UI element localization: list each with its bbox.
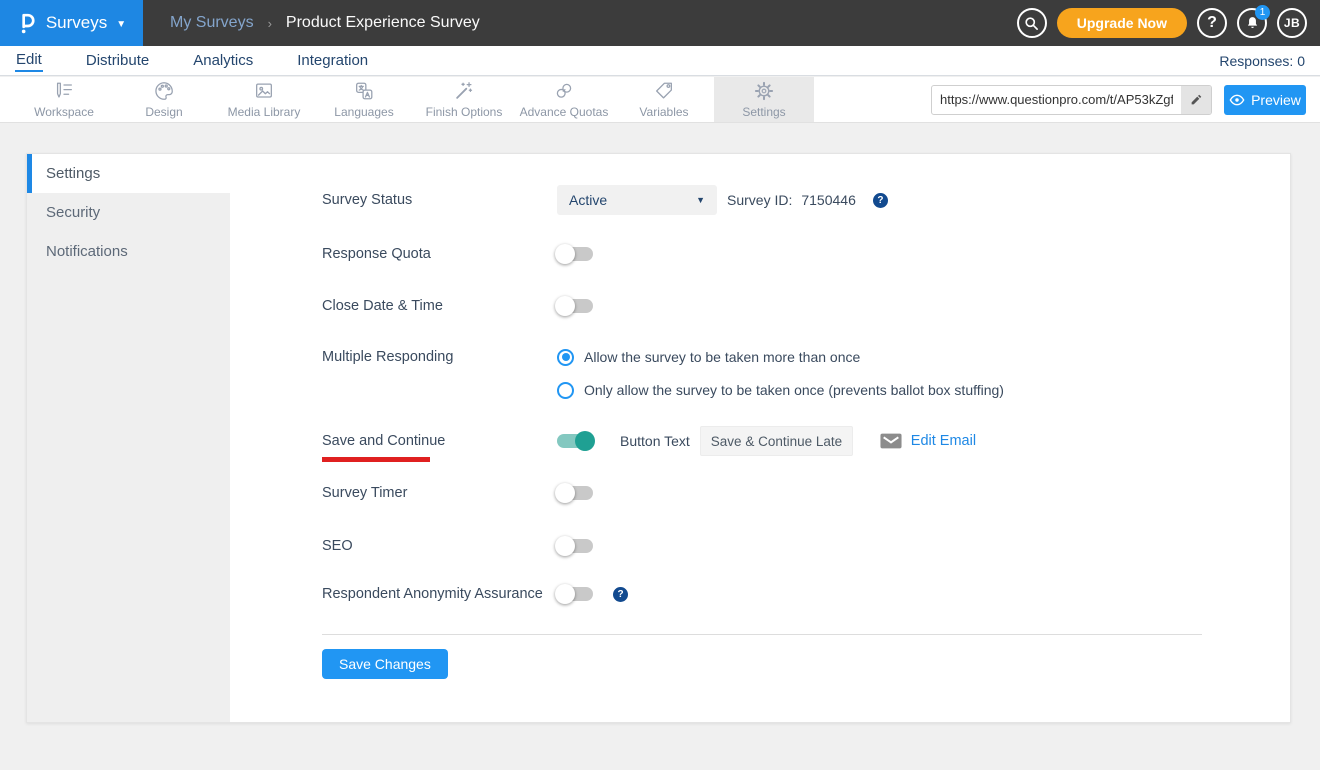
toolbar-item-languages[interactable]: Languages — [314, 77, 414, 122]
toolbar-item-variables[interactable]: Variables — [614, 77, 714, 122]
multiple-responding-row: Multiple Responding Allow the survey to … — [322, 342, 860, 372]
button-text-input[interactable] — [700, 426, 853, 456]
tab-edit[interactable]: Edit — [15, 49, 43, 72]
response-quota-label: Response Quota — [322, 246, 557, 262]
preview-button[interactable]: Preview — [1224, 85, 1306, 115]
close-date-label: Close Date & Time — [322, 298, 557, 314]
sidebar-item-settings[interactable]: Settings — [27, 154, 230, 193]
languages-icon — [353, 80, 375, 102]
settings-card: Settings Security Notifications Survey S… — [26, 153, 1291, 723]
toolbar-item-settings[interactable]: Settings — [714, 77, 814, 122]
breadcrumb-my-surveys[interactable]: My Surveys — [170, 14, 254, 32]
toolbar-item-advance-quotas[interactable]: Advance Quotas — [514, 77, 614, 122]
anonymity-toggle[interactable] — [557, 587, 593, 601]
email-envelope-icon[interactable] — [880, 433, 902, 449]
breadcrumb-current-survey: Product Experience Survey — [286, 14, 480, 32]
button-text-label: Button Text — [620, 433, 690, 449]
save-and-continue-toggle[interactable] — [557, 434, 593, 448]
form-divider — [322, 634, 1202, 635]
response-quota-row: Response Quota — [322, 239, 593, 269]
tab-distribute[interactable]: Distribute — [85, 50, 150, 71]
save-and-continue-label: Save and Continue — [322, 433, 557, 449]
settings-icon — [753, 80, 775, 102]
survey-id-help-icon[interactable] — [873, 193, 888, 208]
design-icon — [153, 80, 175, 102]
anonymity-label: Respondent Anonymity Assurance — [322, 586, 557, 602]
multiple-responding-label: Multiple Responding — [322, 349, 557, 365]
variables-icon — [653, 80, 675, 102]
questionpro-logo-icon — [17, 11, 37, 36]
header-actions: Upgrade Now ? 1 JB — [1017, 8, 1320, 38]
chevron-down-icon: ▼ — [696, 195, 705, 205]
edit-url-pencil-icon[interactable] — [1181, 86, 1211, 114]
sidebar-item-notifications[interactable]: Notifications — [27, 232, 230, 271]
breadcrumb-separator-icon: › — [268, 16, 272, 31]
survey-status-select[interactable]: Active ▼ — [557, 185, 717, 215]
toolbar-item-design[interactable]: Design — [114, 77, 214, 122]
seo-toggle[interactable] — [557, 539, 593, 553]
anonymity-row: Respondent Anonymity Assurance — [322, 579, 628, 609]
media-library-icon — [253, 80, 275, 102]
radio-allow-multiple-label: Allow the survey to be taken more than o… — [584, 349, 860, 365]
upgrade-now-button[interactable]: Upgrade Now — [1057, 8, 1187, 38]
survey-timer-row: Survey Timer — [322, 478, 593, 508]
finish-options-icon — [453, 80, 475, 102]
help-icon[interactable]: ? — [1197, 8, 1227, 38]
survey-url-input[interactable] — [932, 92, 1181, 107]
survey-id-value: 7150446 — [801, 192, 856, 208]
annotation-underline — [322, 457, 430, 462]
responses-count: Responses: 0 — [1219, 53, 1305, 69]
radio-only-once-label: Only allow the survey to be taken once (… — [584, 382, 1004, 398]
radio-allow-multiple[interactable] — [557, 349, 574, 366]
main-nav-tabs: Edit Distribute Analytics Integration Re… — [0, 46, 1320, 76]
advance-quotas-icon — [553, 80, 575, 102]
toolbar-item-media-library[interactable]: Media Library — [214, 77, 314, 122]
toolbar-item-workspace[interactable]: Workspace — [14, 77, 114, 122]
settings-sidebar: Settings Security Notifications — [27, 193, 230, 722]
survey-url-box — [931, 85, 1212, 115]
eye-icon — [1229, 94, 1245, 106]
search-icon[interactable] — [1017, 8, 1047, 38]
notification-count-badge: 1 — [1255, 5, 1270, 20]
app-root: Surveys ▼ My Surveys › Product Experienc… — [0, 0, 1320, 770]
toolbar-right: Preview — [931, 77, 1320, 122]
survey-timer-toggle[interactable] — [557, 486, 593, 500]
survey-id-label: Survey ID: — [727, 192, 792, 208]
close-date-row: Close Date & Time — [322, 291, 593, 321]
avatar[interactable]: JB — [1277, 8, 1307, 38]
save-changes-button[interactable]: Save Changes — [322, 649, 448, 679]
tab-analytics[interactable]: Analytics — [192, 50, 254, 71]
toolbar-item-finish-options[interactable]: Finish Options — [414, 77, 514, 122]
breadcrumb: My Surveys › Product Experience Survey — [170, 14, 480, 32]
survey-timer-label: Survey Timer — [322, 485, 557, 501]
survey-status-row: Survey Status Active ▼ Survey ID: 715044… — [322, 185, 888, 215]
tab-integration[interactable]: Integration — [296, 50, 369, 71]
product-name: Surveys — [46, 13, 107, 33]
top-header: Surveys ▼ My Surveys › Product Experienc… — [0, 0, 1320, 46]
edit-toolbar: Workspace Design Media Library Languag — [0, 77, 1320, 123]
workspace-icon — [53, 80, 75, 102]
close-date-toggle[interactable] — [557, 299, 593, 313]
survey-status-value: Active — [569, 192, 696, 208]
sidebar-item-security[interactable]: Security — [27, 193, 230, 232]
multiple-responding-row-2: Only allow the survey to be taken once (… — [322, 375, 1004, 405]
product-switcher[interactable]: Surveys ▼ — [0, 0, 143, 46]
anonymity-help-icon[interactable] — [613, 587, 628, 602]
notifications-bell-icon[interactable]: 1 — [1237, 8, 1267, 38]
seo-row: SEO — [322, 531, 593, 561]
seo-label: SEO — [322, 538, 557, 554]
chevron-down-icon: ▼ — [116, 19, 126, 30]
edit-email-link[interactable]: Edit Email — [911, 433, 976, 449]
radio-only-once[interactable] — [557, 382, 574, 399]
survey-status-label: Survey Status — [322, 192, 557, 208]
response-quota-toggle[interactable] — [557, 247, 593, 261]
save-and-continue-row: Save and Continue Button Text Edit Email — [322, 426, 976, 456]
